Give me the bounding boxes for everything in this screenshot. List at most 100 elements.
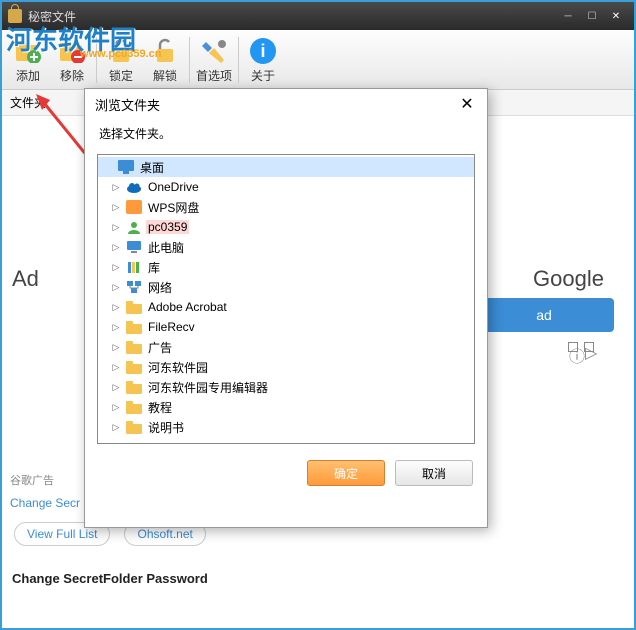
tree-expander[interactable]: ▷: [110, 202, 122, 213]
prefs-label: 首选项: [196, 67, 232, 84]
lock-label: 锁定: [109, 67, 133, 84]
minimize-button[interactable]: ─: [556, 7, 580, 25]
remove-label: 移除: [60, 67, 84, 84]
tree-item[interactable]: ▷ 教程: [98, 397, 474, 417]
unlock-icon: [149, 35, 181, 67]
remove-folder-icon: [56, 35, 88, 67]
tree-item-label: 教程: [146, 399, 174, 416]
folder-icon: [126, 380, 142, 394]
tree-item-label: FileRecv: [146, 320, 197, 334]
dialog-close-button[interactable]: ✕: [457, 94, 477, 114]
user-icon: [126, 220, 142, 234]
tree-expander[interactable]: ▷: [110, 282, 122, 293]
tree-expander[interactable]: ▷: [110, 302, 122, 313]
lock-icon: [105, 35, 137, 67]
change-password-label: Change SecretFolder Password: [12, 571, 208, 586]
toolbar-separator: [189, 37, 190, 83]
about-label: 关于: [251, 67, 275, 84]
main-toolbar: 添加 移除 锁定 解锁 首选项 i 关于: [2, 30, 634, 90]
tree-item[interactable]: ▷ 说明书: [98, 417, 474, 437]
tree-item[interactable]: ▷ 网络: [98, 277, 474, 297]
tree-item[interactable]: ▷库: [98, 257, 474, 277]
browse-folder-dialog: 浏览文件夹 ✕ 选择文件夹。 桌面▷OneDrive▷WPS网盘▷pc0359▷…: [84, 88, 488, 528]
folder-tree[interactable]: 桌面▷OneDrive▷WPS网盘▷pc0359▷此电脑▷库▷网络▷Adobe …: [97, 154, 475, 444]
toolbar-separator: [96, 37, 97, 83]
lib-icon: [126, 260, 142, 274]
folder-icon: [126, 360, 142, 374]
tree-item[interactable]: ▷ 广告: [98, 337, 474, 357]
change-secret-link[interactable]: Change Secr: [10, 496, 80, 510]
add-folder-icon: [12, 35, 44, 67]
dialog-titlebar: 浏览文件夹 ✕: [85, 89, 487, 119]
tree-item[interactable]: ▷ 河东软件园专用编辑器: [98, 377, 474, 397]
dialog-buttons: 确定 取消: [85, 444, 487, 502]
bg-ad-button[interactable]: ad: [474, 298, 614, 332]
tree-item-label: 河东软件园专用编辑器: [146, 379, 270, 396]
ad-label: 谷歌广告: [10, 472, 54, 488]
window-titlebar: 秘密文件 ─ ☐ ✕: [2, 2, 634, 30]
tree-item-label: 说明书: [146, 419, 186, 436]
dialog-prompt: 选择文件夹。: [85, 119, 487, 154]
tree-item-label: Adobe Acrobat: [146, 300, 229, 314]
tree-expander[interactable]: ▷: [110, 182, 122, 193]
bg-ad-controls: ⓘ ▷: [568, 342, 594, 352]
tree-item-label: WPS网盘: [146, 199, 201, 216]
tree-item-label: 此电脑: [146, 239, 186, 256]
tree-expander[interactable]: ▷: [110, 382, 122, 393]
net-icon: [126, 280, 142, 294]
tree-item-label: pc0359: [146, 220, 189, 234]
add-label: 添加: [16, 67, 40, 84]
close-button[interactable]: ✕: [604, 7, 628, 25]
folder-icon: [126, 300, 142, 314]
dialog-title: 浏览文件夹: [95, 95, 160, 114]
svg-text:i: i: [260, 41, 265, 61]
info-icon[interactable]: ⓘ: [568, 342, 578, 352]
unlock-label: 解锁: [153, 67, 177, 84]
preferences-button[interactable]: 首选项: [192, 33, 236, 87]
tree-expander[interactable]: ▷: [110, 222, 122, 233]
ok-button[interactable]: 确定: [307, 460, 385, 486]
toolbar-separator: [238, 37, 239, 83]
tree-expander[interactable]: ▷: [110, 402, 122, 413]
folder-icon: [126, 420, 142, 434]
tree-expander[interactable]: ▷: [110, 422, 122, 433]
tree-item-label: 网络: [146, 279, 174, 296]
tree-expander[interactable]: ▷: [110, 242, 122, 253]
tools-icon: [198, 35, 230, 67]
folder-icon: [126, 340, 142, 354]
folder-icon: [126, 320, 142, 334]
tree-item-label: 广告: [146, 339, 174, 356]
maximize-button[interactable]: ☐: [580, 7, 604, 25]
tree-item[interactable]: ▷ 河东软件园: [98, 357, 474, 377]
unlock-button[interactable]: 解锁: [143, 33, 187, 87]
tree-item-label: 河东软件园: [146, 359, 210, 376]
add-button[interactable]: 添加: [6, 33, 50, 87]
remove-button[interactable]: 移除: [50, 33, 94, 87]
tree-expander[interactable]: ▷: [110, 322, 122, 333]
lock-button[interactable]: 锁定: [99, 33, 143, 87]
desktop-icon: [118, 160, 134, 174]
tree-expander[interactable]: ▷: [110, 342, 122, 353]
bg-google-text: Google: [533, 266, 604, 292]
cloud-icon: [126, 180, 142, 194]
tree-item[interactable]: ▷ Adobe Acrobat: [98, 297, 474, 317]
tree-item-label: 桌面: [138, 159, 166, 176]
folder-icon: [126, 400, 142, 414]
play-icon[interactable]: ▷: [584, 342, 594, 352]
tree-item[interactable]: ▷ 此电脑: [98, 237, 474, 257]
about-button[interactable]: i 关于: [241, 33, 285, 87]
tree-expander[interactable]: ▷: [110, 362, 122, 373]
bg-ad-text: Ad: [12, 266, 39, 292]
info-icon: i: [247, 35, 279, 67]
tree-item[interactable]: ▷ FileRecv: [98, 317, 474, 337]
tree-expander[interactable]: ▷: [110, 262, 122, 273]
tree-item[interactable]: ▷ WPS网盘: [98, 197, 474, 217]
tree-item-label: OneDrive: [146, 180, 201, 194]
cancel-button[interactable]: 取消: [395, 460, 473, 486]
pc-icon: [126, 240, 142, 254]
app-icon: [8, 9, 22, 23]
tree-item[interactable]: ▷ OneDrive: [98, 177, 474, 197]
tree-item[interactable]: ▷ pc0359: [98, 217, 474, 237]
tree-root-desktop[interactable]: 桌面: [98, 157, 474, 177]
window-title: 秘密文件: [28, 8, 76, 25]
